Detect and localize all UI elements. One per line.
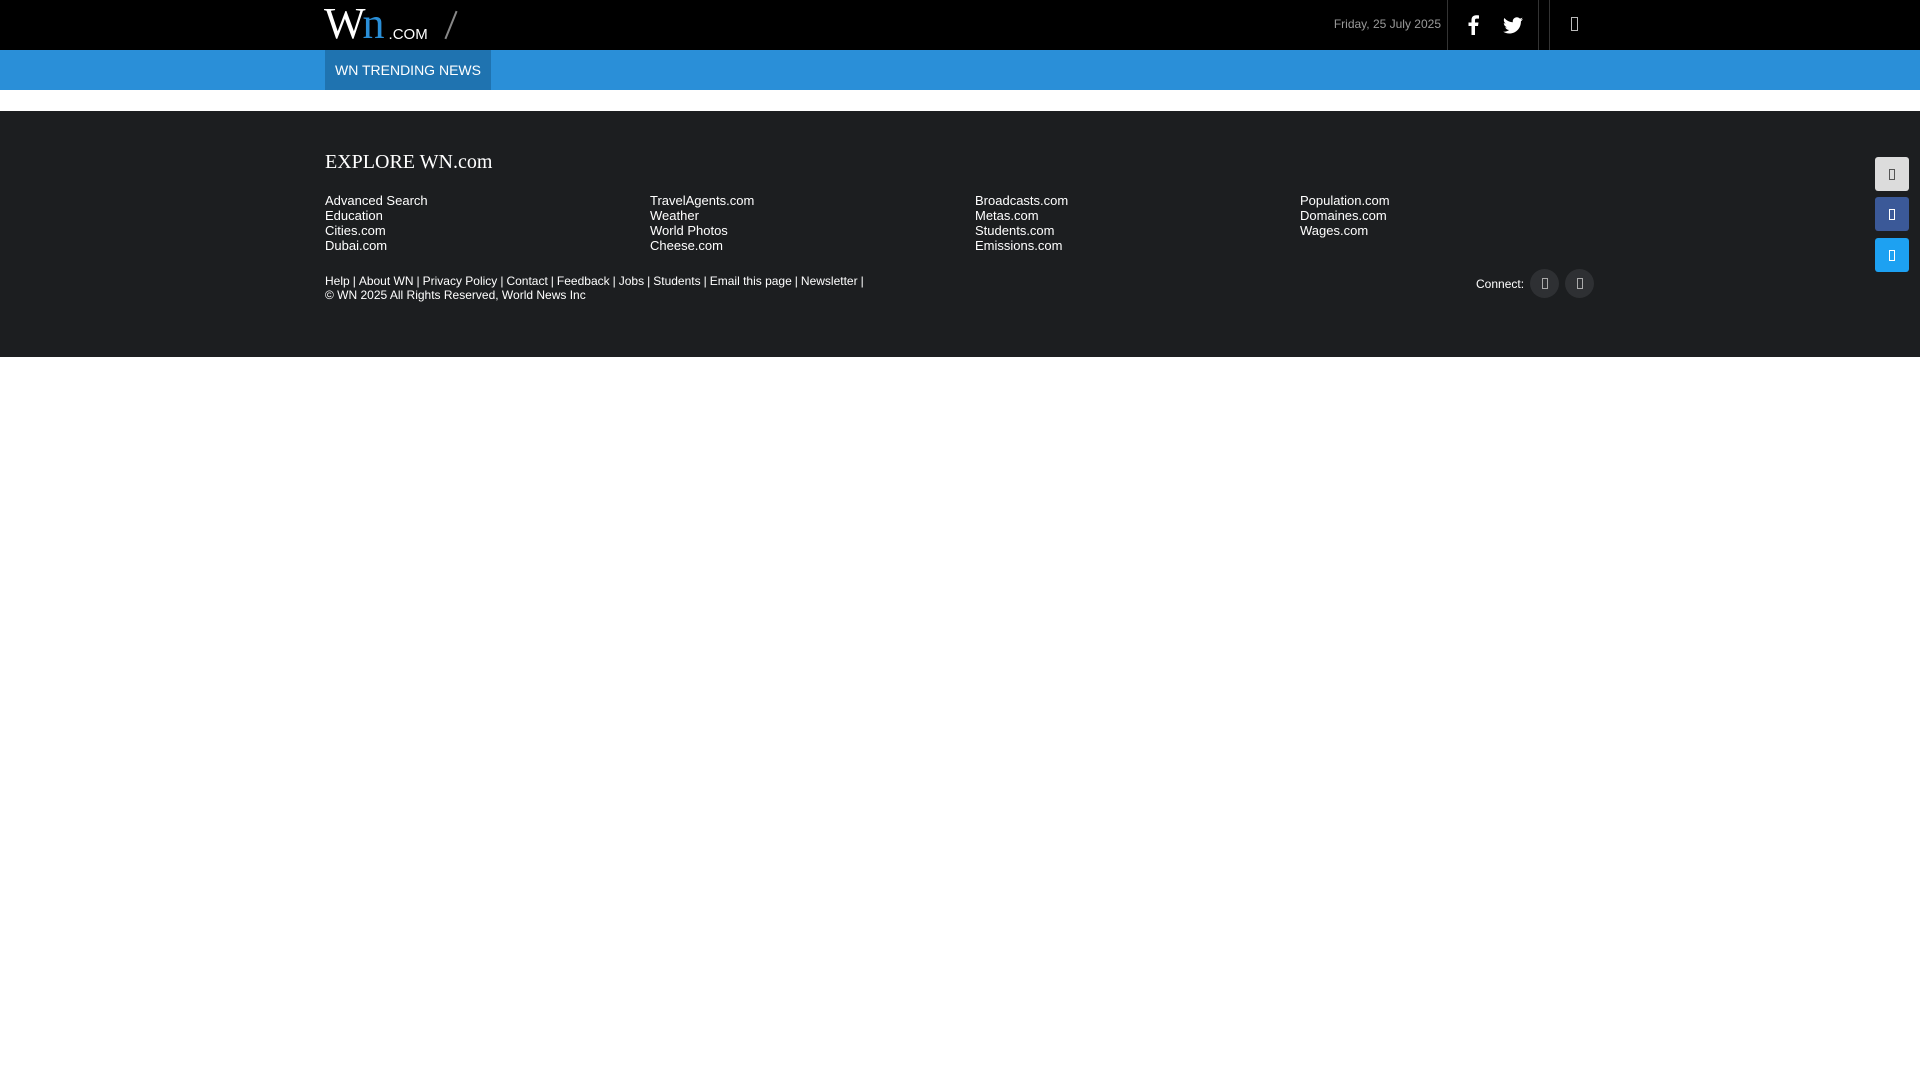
footer-link-students[interactable]: Students <box>653 274 700 288</box>
link-world-photos[interactable]: World Photos <box>650 223 950 238</box>
logo-letter-w: W <box>324 0 365 48</box>
link-wages[interactable]: Wages.com <box>1300 223 1600 238</box>
connect-facebook-icon[interactable] <box>1530 269 1559 298</box>
connect-label: Connect: <box>1476 277 1525 291</box>
link-advanced-search[interactable]: Advanced Search <box>325 193 625 208</box>
link-students-com[interactable]: Students.com <box>975 223 1275 238</box>
copyright: © WN 2025 All Rights Reserved, World New… <box>325 288 586 302</box>
link-dubai[interactable]: Dubai.com <box>325 238 625 253</box>
wn-logo[interactable]: W n .COM <box>324 2 464 46</box>
link-travelagents[interactable]: TravelAgents.com <box>650 193 950 208</box>
footer-link-feedback[interactable]: Feedback <box>557 274 610 288</box>
divider <box>1538 0 1539 50</box>
share-twitter-icon[interactable] <box>1875 238 1909 272</box>
footer-link-email-page[interactable]: Email this page <box>710 274 792 288</box>
link-education[interactable]: Education <box>325 208 625 223</box>
footer-link-contact[interactable]: Contact <box>506 274 547 288</box>
link-column: Advanced Search Education Cities.com Dub… <box>325 193 625 253</box>
separator: | <box>703 274 707 288</box>
separator: | <box>550 274 554 288</box>
divider <box>1447 0 1448 50</box>
separator: | <box>860 274 864 288</box>
link-column: Broadcasts.com Metas.com Students.com Em… <box>975 193 1275 253</box>
link-column: TravelAgents.com Weather World Photos Ch… <box>650 193 950 253</box>
separator: | <box>612 274 616 288</box>
logo-letter-n: n <box>362 0 385 48</box>
share-icon[interactable] <box>1875 157 1909 191</box>
link-weather[interactable]: Weather <box>650 208 950 223</box>
link-population[interactable]: Population.com <box>1300 193 1600 208</box>
footer-link-newsletter[interactable]: Newsletter <box>801 274 858 288</box>
footer-link-jobs[interactable]: Jobs <box>619 274 644 288</box>
logo-suffix: .COM <box>388 26 428 43</box>
logo-slash <box>444 10 458 40</box>
menu-icon[interactable] <box>1565 14 1583 34</box>
separator: | <box>500 274 504 288</box>
link-cities[interactable]: Cities.com <box>325 223 625 238</box>
tab-wn-trending-news[interactable]: WN TRENDING NEWS <box>325 50 491 90</box>
connect-twitter-icon[interactable] <box>1565 269 1594 298</box>
facebook-icon[interactable] <box>1460 12 1486 38</box>
share-facebook-icon[interactable] <box>1875 197 1909 231</box>
link-cheese[interactable]: Cheese.com <box>650 238 950 253</box>
separator: | <box>352 274 356 288</box>
separator: | <box>794 274 798 288</box>
footer-links: Help | About WN | Privacy Policy | Contact | Fee… <box>325 274 867 288</box>
link-emissions[interactable]: Emissions.com <box>975 238 1275 253</box>
explore-footer: EXPLORE WN.com Advanced Search Education… <box>0 111 1920 357</box>
twitter-icon[interactable] <box>1500 12 1526 38</box>
current-date: Friday, 25 July 2025 <box>1333 17 1441 31</box>
footer-link-help[interactable]: Help <box>325 274 350 288</box>
footer-link-about[interactable]: About WN <box>359 274 414 288</box>
link-broadcasts[interactable]: Broadcasts.com <box>975 193 1275 208</box>
top-bar: W n .COM Friday, 25 July 2025 <box>0 0 1920 50</box>
explore-title: EXPLORE WN.com <box>325 151 493 173</box>
link-metas[interactable]: Metas.com <box>975 208 1275 223</box>
divider <box>1549 0 1550 50</box>
separator: | <box>647 274 651 288</box>
separator: | <box>416 274 420 288</box>
link-domaines[interactable]: Domaines.com <box>1300 208 1600 223</box>
nav-bar: WN TRENDING NEWS <box>0 50 1920 90</box>
link-column: Population.com Domaines.com Wages.com <box>1300 193 1600 238</box>
footer-link-privacy[interactable]: Privacy Policy <box>423 274 498 288</box>
